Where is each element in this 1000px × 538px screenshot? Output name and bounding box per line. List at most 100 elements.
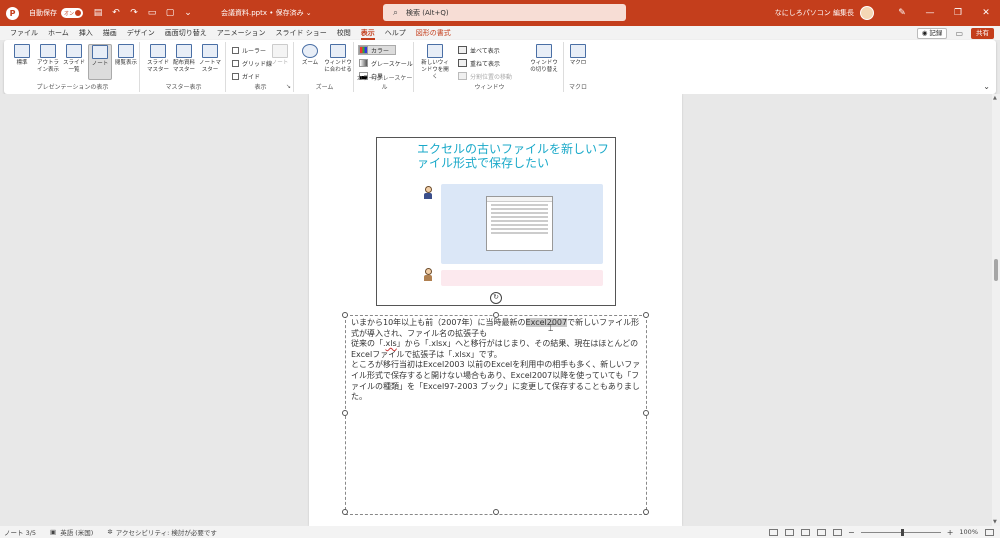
zoom-slider-thumb[interactable] bbox=[900, 528, 904, 536]
group-label: カラー/グレースケール bbox=[356, 75, 413, 91]
more-icon[interactable]: ⌄ bbox=[181, 6, 195, 20]
user-name[interactable]: なにしろパソコン 編集長 bbox=[775, 8, 854, 18]
avatar[interactable] bbox=[860, 6, 874, 20]
normal-view-button[interactable]: 標準 bbox=[10, 44, 34, 67]
vertical-scrollbar[interactable]: ▲ ▼ bbox=[992, 94, 1000, 526]
switch-window-button[interactable]: ウィンドウの切り替え bbox=[528, 44, 560, 74]
group-presentation-views: 標準 アウトライン表示 スライド一覧 ノート 閲覧表示 プレゼンテーションの表示 bbox=[6, 42, 140, 92]
tab-design[interactable]: デザイン bbox=[122, 26, 160, 40]
slideshow-icon[interactable] bbox=[833, 528, 842, 536]
notes-master-label: ノートマスター bbox=[198, 60, 221, 73]
resize-handle[interactable] bbox=[342, 410, 348, 416]
tab-home[interactable]: ホーム bbox=[43, 26, 74, 40]
scroll-thumb[interactable] bbox=[994, 259, 998, 281]
open-icon[interactable]: ▢ bbox=[163, 6, 177, 20]
group-window: 新しいウィンドウを開く 並べて表示 重ねて表示 分割位置の移動 ウィンドウの切り… bbox=[416, 42, 564, 92]
minimize-icon[interactable]: — bbox=[916, 0, 944, 26]
arrange-all-button[interactable]: 並べて表示 bbox=[458, 45, 500, 55]
notes-pane-button[interactable]: ノート bbox=[268, 44, 292, 67]
notes-master-icon bbox=[202, 44, 218, 58]
zoom-level[interactable]: 100% bbox=[959, 528, 978, 536]
notes-page-button[interactable]: ノート bbox=[88, 44, 112, 80]
dialog-screenshot-image bbox=[486, 196, 553, 251]
document-title[interactable]: 会議資料.pptx • 保存済み ⌄ bbox=[221, 8, 312, 18]
present-icon[interactable]: ▭ bbox=[145, 6, 159, 20]
tab-slideshow[interactable]: スライド ショー bbox=[271, 26, 332, 40]
guides-checkbox[interactable]: ガイド bbox=[232, 71, 260, 81]
slide-sorter-icon[interactable] bbox=[801, 528, 810, 536]
ruler-checkbox[interactable]: ルーラー bbox=[232, 45, 266, 55]
slide-sorter-icon bbox=[66, 44, 82, 58]
notes-toggle-icon[interactable] bbox=[769, 528, 778, 536]
fit-to-window-button[interactable]: ウィンドウに合わせる bbox=[324, 44, 352, 74]
tab-insert[interactable]: 挿入 bbox=[74, 26, 98, 40]
slide-image[interactable]: エクセルの古いファイルを新しいファイル形式で保存したい bbox=[376, 137, 616, 306]
autosave-toggle[interactable]: オン bbox=[61, 8, 83, 18]
normal-view-icon[interactable] bbox=[785, 528, 794, 536]
tab-animations[interactable]: アニメーション bbox=[212, 26, 271, 40]
cascade-button[interactable]: 重ねて表示 bbox=[458, 58, 500, 68]
notes-page-icon bbox=[92, 45, 108, 59]
zoom-slider[interactable] bbox=[860, 528, 941, 536]
accessibility-checker[interactable]: ✲ アクセシビリティ: 検討が必要です bbox=[107, 527, 217, 537]
color-swatch-icon bbox=[359, 46, 368, 54]
tab-review[interactable]: 校閲 bbox=[332, 26, 356, 40]
rotate-handle-icon[interactable]: ↻ bbox=[490, 292, 502, 304]
zoom-out-icon[interactable]: − bbox=[848, 528, 855, 537]
search-input[interactable]: ⌕ 検索 (Alt+Q) bbox=[383, 4, 626, 21]
tab-shape-format[interactable]: 図形の書式 bbox=[411, 26, 456, 40]
handout-master-button[interactable]: 配布資料マスター bbox=[172, 44, 196, 74]
close-icon[interactable]: ✕ bbox=[972, 0, 1000, 26]
share-button[interactable]: 共有 bbox=[971, 27, 994, 39]
speech-bubble bbox=[441, 270, 603, 286]
slide-title: エクセルの古いファイルを新しいファイル形式で保存したい bbox=[417, 142, 610, 170]
resize-handle[interactable] bbox=[493, 509, 499, 515]
reading-view-button[interactable]: 閲覧表示 bbox=[114, 44, 138, 67]
save-icon[interactable]: ▤ bbox=[91, 6, 105, 20]
undo-icon[interactable]: ↶ bbox=[109, 6, 123, 20]
zoom-button[interactable]: ズーム bbox=[298, 44, 322, 67]
comment-icon[interactable]: ▭ bbox=[955, 29, 963, 38]
notes-page-label: ノート bbox=[91, 61, 109, 67]
move-split-button[interactable]: 分割位置の移動 bbox=[458, 71, 512, 81]
language-indicator[interactable]: ▣ 英語 (米国) bbox=[50, 527, 93, 537]
macro-button[interactable]: マクロ bbox=[566, 44, 590, 67]
redo-icon[interactable]: ↷ bbox=[127, 6, 141, 20]
tab-file[interactable]: ファイル bbox=[5, 26, 43, 40]
tab-transitions[interactable]: 画面切り替え bbox=[160, 26, 212, 40]
resize-handle[interactable] bbox=[342, 312, 348, 318]
tab-draw[interactable]: 描画 bbox=[98, 26, 122, 40]
checkbox-icon bbox=[232, 46, 239, 54]
group-label: ズーム bbox=[315, 84, 334, 91]
color-button[interactable]: カラー bbox=[358, 45, 397, 55]
fit-slide-icon[interactable] bbox=[985, 528, 994, 536]
resize-handle[interactable] bbox=[643, 410, 649, 416]
record-button[interactable]: ◉ 記録 bbox=[916, 27, 948, 39]
fit-to-window-icon bbox=[330, 44, 346, 58]
reading-view-icon[interactable] bbox=[817, 528, 826, 536]
restore-icon[interactable]: ❐ bbox=[944, 0, 972, 26]
zoom-in-icon[interactable]: + bbox=[947, 528, 954, 537]
collapse-ribbon-icon[interactable]: ⌄ bbox=[983, 82, 990, 91]
dialog-launcher-icon[interactable]: ↘ bbox=[286, 83, 291, 90]
outline-view-button[interactable]: アウトライン表示 bbox=[36, 44, 60, 74]
notes-master-button[interactable]: ノートマスター bbox=[198, 44, 222, 74]
scroll-up-icon[interactable]: ▲ bbox=[993, 95, 997, 101]
group-label: マスター表示 bbox=[165, 84, 202, 91]
notes-text[interactable]: いまから10年以上も前（2007年）に当時最新のExcel2007で新しいファイ… bbox=[351, 318, 643, 403]
scroll-down-icon[interactable]: ▼ bbox=[993, 519, 997, 525]
slide-sorter-button[interactable]: スライド一覧 bbox=[62, 44, 86, 74]
group-label: 表示 bbox=[254, 84, 267, 91]
tab-view[interactable]: 表示 bbox=[356, 26, 380, 40]
slide-master-button[interactable]: スライドマスター bbox=[146, 44, 170, 74]
grayscale-button[interactable]: グレースケール bbox=[359, 58, 413, 68]
resize-handle[interactable] bbox=[643, 312, 649, 318]
color-label: カラー bbox=[371, 47, 390, 55]
resize-handle[interactable] bbox=[643, 509, 649, 515]
pen-icon[interactable]: ✎ bbox=[888, 0, 916, 26]
new-window-button[interactable]: 新しいウィンドウを開く bbox=[420, 44, 450, 81]
tab-help[interactable]: ヘルプ bbox=[380, 26, 411, 40]
resize-handle[interactable] bbox=[342, 509, 348, 515]
cascade-label: 重ねて表示 bbox=[470, 60, 501, 68]
gridlines-checkbox[interactable]: グリッド線 bbox=[232, 58, 272, 68]
